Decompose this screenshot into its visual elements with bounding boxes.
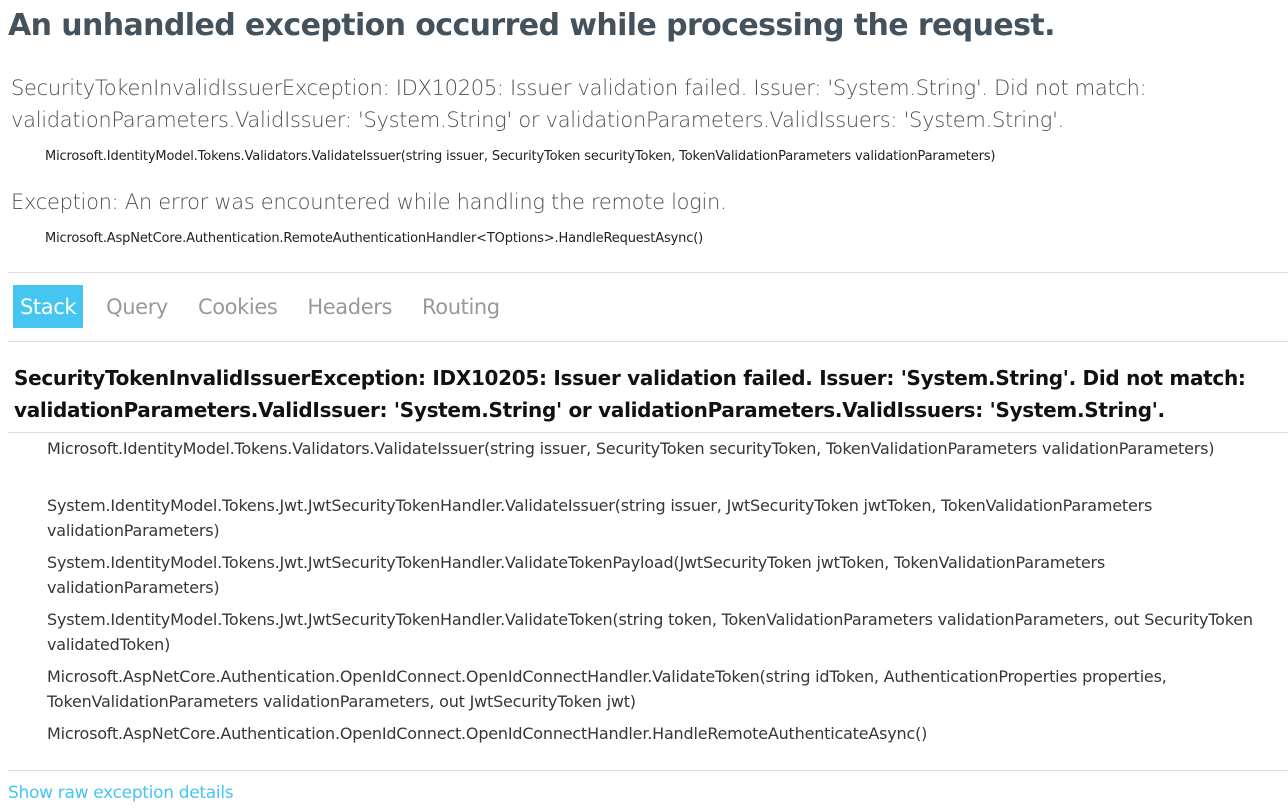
section-divider (8, 432, 1288, 433)
page-title: An unhandled exception occurred while pr… (8, 8, 1056, 43)
tab-cookies[interactable]: Cookies (191, 285, 284, 328)
exception-message: SecurityTokenInvalidIssuerException: IDX… (11, 76, 1147, 132)
exception-message: Exception: An error was encountered whil… (11, 190, 727, 214)
section-divider (8, 770, 1288, 771)
exception-location: Microsoft.IdentityModel.Tokens.Validator… (45, 149, 996, 164)
exception-location: Microsoft.AspNetCore.Authentication.Remo… (45, 231, 704, 246)
stack-frame: Microsoft.AspNetCore.Authentication.Open… (47, 667, 1167, 711)
stack-exception-title: SecurityTokenInvalidIssuerException: IDX… (14, 366, 1246, 422)
tab-headers[interactable]: Headers (300, 285, 399, 328)
stack-frame: System.IdentityModel.Tokens.Jwt.JwtSecur… (47, 496, 1153, 540)
stack-frame-list: Microsoft.IdentityModel.Tokens.Validator… (47, 436, 1277, 753)
tab-routing[interactable]: Routing (415, 285, 507, 328)
tab-bar: Stack Query Cookies Headers Routing (13, 285, 523, 328)
section-divider (8, 272, 1288, 273)
stack-frame: System.IdentityModel.Tokens.Jwt.JwtSecur… (47, 553, 1106, 597)
section-divider (8, 341, 1288, 342)
show-raw-exception-link[interactable]: Show raw exception details (8, 783, 234, 803)
tab-stack[interactable]: Stack (13, 285, 84, 328)
stack-frame: System.IdentityModel.Tokens.Jwt.JwtSecur… (47, 610, 1253, 654)
stack-frame: Microsoft.AspNetCore.Authentication.Open… (47, 724, 928, 743)
stack-frame: Microsoft.IdentityModel.Tokens.Validator… (47, 439, 1215, 458)
tab-query[interactable]: Query (99, 285, 175, 328)
